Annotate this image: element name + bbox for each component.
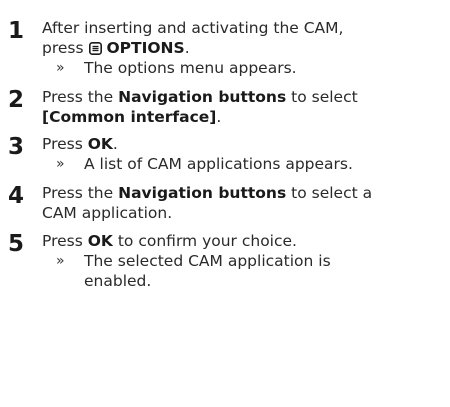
step-text: Press	[42, 135, 83, 153]
step-result: » The options menu appears.	[56, 58, 442, 78]
navigation-buttons-label: Navigation buttons	[118, 184, 287, 202]
menu-option-label: [Common interface]	[42, 108, 217, 126]
step-body: Press OK to confirm your choice. » The s…	[42, 231, 442, 291]
step-text-line: Press OK to confirm your choice.	[42, 231, 442, 251]
punctuation: .	[184, 39, 190, 57]
instruction-page: 1 After inserting and activating the CAM…	[0, 0, 450, 407]
step-number: 2	[8, 87, 25, 113]
result-text: The selected CAM application is enabled.	[84, 251, 331, 291]
step-1: 1 After inserting and activating the CAM…	[8, 18, 442, 78]
step-text: Press the	[42, 88, 114, 106]
step-5: 5 Press OK to confirm your choice. » The…	[8, 231, 442, 291]
result-marker: »	[56, 156, 65, 172]
step-number: 1	[8, 18, 25, 44]
step-text-line: [Common interface].	[42, 107, 442, 127]
step-text-line: press OPTIONS.	[42, 38, 442, 58]
step-text-line: Press OK.	[42, 134, 442, 154]
result-marker: »	[56, 60, 65, 76]
punctuation: .	[112, 135, 118, 153]
ok-key-label: OK	[87, 135, 113, 153]
result-line: enabled.	[84, 272, 152, 290]
step-text-line: Press the Navigation buttons to select	[42, 87, 442, 107]
step-body: Press the Navigation buttons to select a…	[42, 183, 442, 223]
step-body: After inserting and activating the CAM, …	[42, 18, 442, 78]
step-result: » A list of CAM applications appears.	[56, 154, 442, 174]
punctuation: .	[216, 108, 222, 126]
step-4: 4 Press the Navigation buttons to select…	[8, 183, 442, 223]
result-line: The selected CAM application is	[84, 252, 331, 270]
step-text: Press the	[42, 184, 114, 202]
step-body: Press OK. » A list of CAM applications a…	[42, 134, 442, 174]
result-line: A list of CAM applications appears.	[84, 155, 353, 173]
step-result: » The selected CAM application is enable…	[56, 251, 442, 291]
step-number: 3	[8, 134, 25, 160]
navigation-buttons-label: Navigation buttons	[118, 88, 287, 106]
step-text: to confirm your choice.	[117, 232, 297, 250]
options-key-label: OPTIONS	[106, 39, 185, 57]
step-text: to select	[291, 88, 358, 106]
step-number: 5	[8, 231, 25, 257]
result-line: The options menu appears.	[84, 59, 297, 77]
result-text: The options menu appears.	[84, 58, 297, 78]
step-2: 2 Press the Navigation buttons to select…	[8, 87, 442, 127]
step-text: press	[42, 39, 84, 57]
step-3: 3 Press OK. » A list of CAM applications…	[8, 134, 442, 174]
step-text: to select a	[291, 184, 373, 202]
step-number: 4	[8, 183, 25, 209]
step-text: After inserting and activating the CAM,	[42, 19, 344, 37]
ok-key-label: OK	[87, 232, 113, 250]
result-text: A list of CAM applications appears.	[84, 154, 353, 174]
step-text: CAM application.	[42, 204, 173, 222]
options-menu-icon	[88, 42, 102, 55]
step-body: Press the Navigation buttons to select […	[42, 87, 442, 127]
result-marker: »	[56, 253, 65, 269]
step-text: Press	[42, 232, 83, 250]
step-text-line: Press the Navigation buttons to select a	[42, 183, 442, 203]
